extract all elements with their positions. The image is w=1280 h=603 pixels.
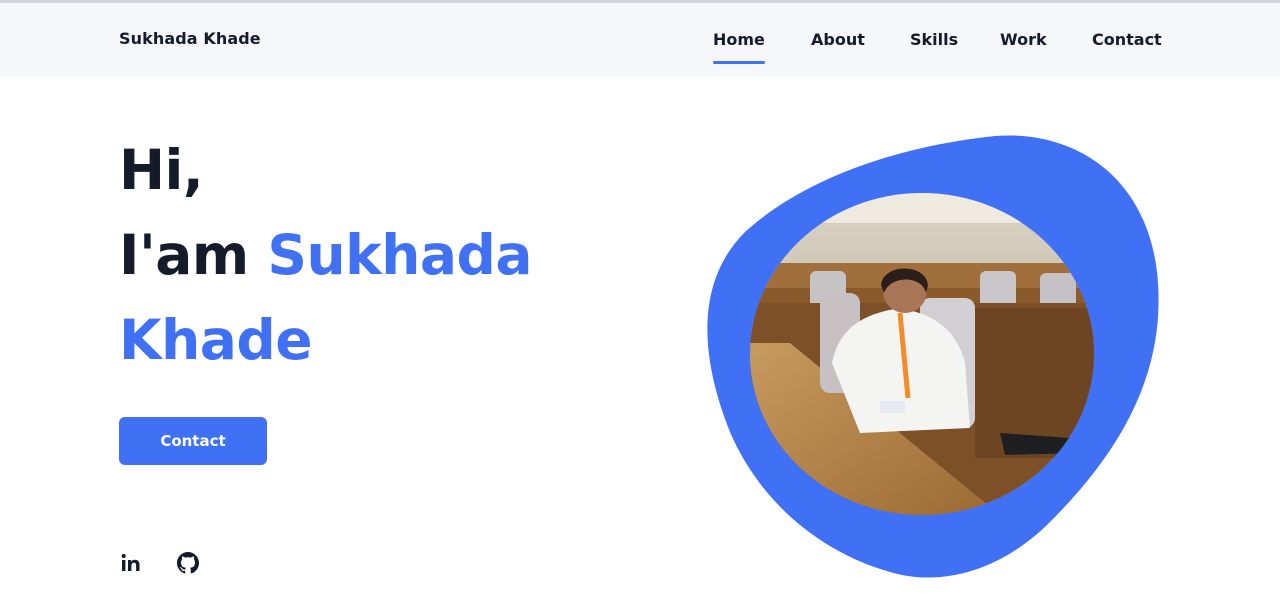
hero-first-name: Sukhada [267,223,532,287]
contact-button[interactable]: Contact [119,417,267,465]
github-link[interactable] [176,551,200,575]
hero-intro: I'am [119,223,249,287]
nav-link-contact[interactable]: Contact [1092,29,1162,51]
github-icon [177,552,199,574]
main-nav: Home About Skills Work Contact [0,29,1280,69]
nav-link-skills[interactable]: Skills [910,29,958,51]
linkedin-icon [121,554,140,571]
nav-link-work[interactable]: Work [1000,29,1047,51]
hero-title: Hi, I'am Sukhada Khade [119,128,532,383]
hero-last-name: Khade [119,308,313,372]
nav-link-about[interactable]: About [811,29,865,51]
nav-link-home[interactable]: Home [713,29,765,64]
profile-photo [750,193,1094,515]
linkedin-link[interactable] [119,551,143,575]
hero-greeting: Hi, [119,138,204,202]
site-header: Sukhada Khade Home About Skills Work Con… [0,3,1280,77]
portrait-image [750,193,1094,515]
